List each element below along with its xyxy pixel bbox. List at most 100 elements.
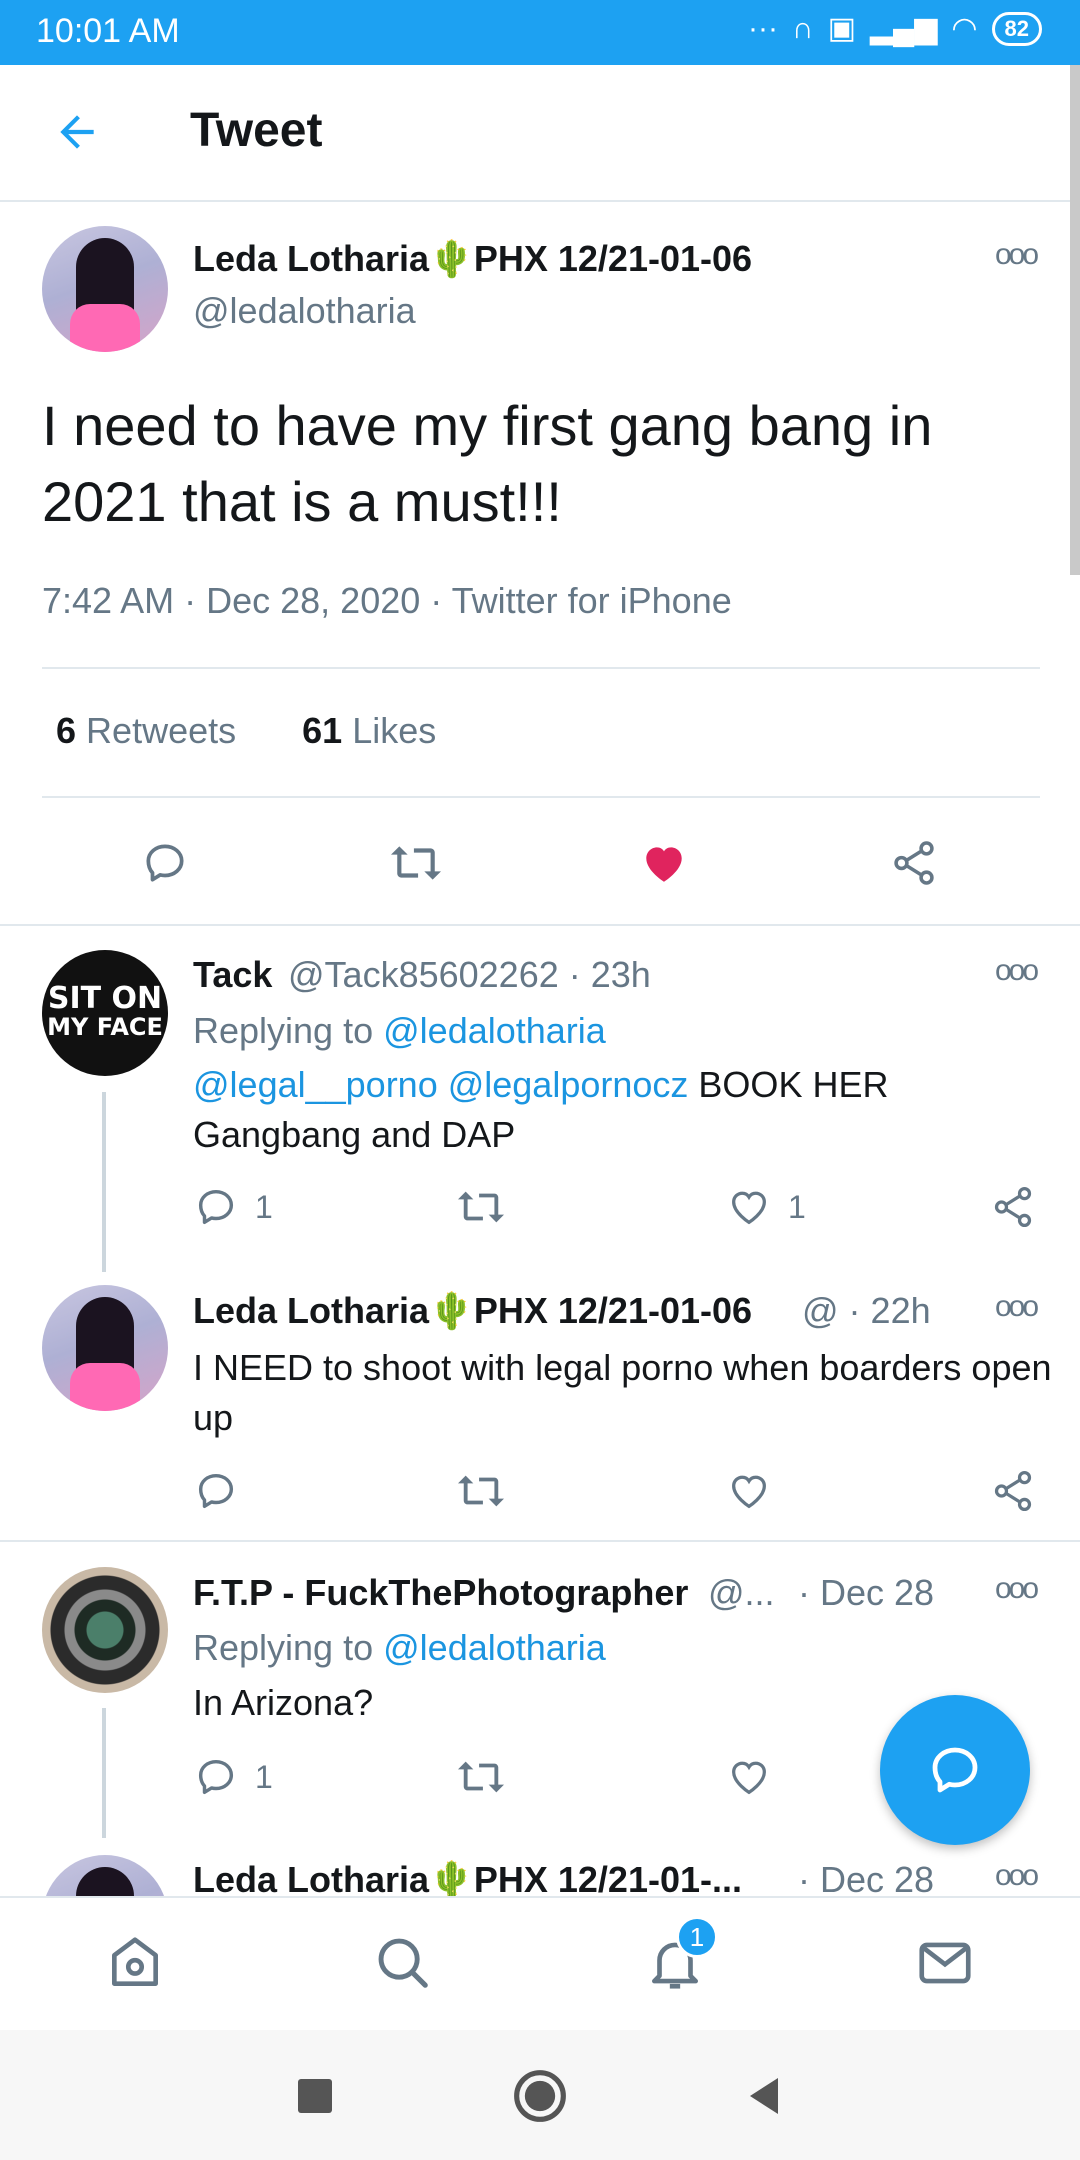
retweet-icon xyxy=(458,1475,504,1507)
scrollbar[interactable] xyxy=(1070,65,1080,575)
replying-to: Replying to @ledalotharia xyxy=(193,1627,606,1668)
tweet-header: Tweet xyxy=(0,65,1080,202)
share-button[interactable] xyxy=(888,838,940,888)
avatar-text: MY FACE xyxy=(47,1013,163,1041)
battery-indicator: 82 xyxy=(991,12,1042,46)
reply-button[interactable] xyxy=(193,1468,239,1514)
divider xyxy=(42,796,1040,798)
search-icon[interactable] xyxy=(372,1932,434,1994)
meta-separator: · xyxy=(430,580,452,621)
reply-author-name[interactable]: Tack xyxy=(193,954,272,996)
mention-links[interactable]: @legal__porno @legalpornocz xyxy=(193,1064,688,1105)
system-nav xyxy=(0,2030,1080,2160)
tweet-date: Dec 28, 2020 xyxy=(206,580,421,621)
mention-link[interactable]: @ledalotharia xyxy=(383,1010,606,1051)
heart-filled-icon xyxy=(646,847,682,882)
avatar[interactable] xyxy=(42,1285,168,1411)
status-time: 10:01 AM xyxy=(36,12,180,50)
page-title: Tweet xyxy=(190,104,323,157)
back-arrow-icon[interactable] xyxy=(52,107,102,157)
retweet-button[interactable] xyxy=(455,1468,507,1514)
tweet-meta: 7:42 AM · Dec 28, 2020 · Twitter for iPh… xyxy=(42,580,732,622)
retweet-button[interactable] xyxy=(388,838,444,888)
likes-stat[interactable]: 61 Likes xyxy=(302,710,436,751)
reply-text: I NEED to shoot with legal porno when bo… xyxy=(193,1347,1052,1438)
status-icons: ··· ∩ ▣ ▂▄▆ ◠ 82 xyxy=(748,12,1042,46)
reply-button[interactable]: 1 xyxy=(193,1754,273,1800)
notification-badge: 1 xyxy=(676,1916,718,1958)
more-dots-icon: ··· xyxy=(748,12,778,45)
tweet-time: 7:42 AM xyxy=(42,580,175,621)
back-button[interactable] xyxy=(742,2074,782,2118)
reply-button[interactable]: 1 xyxy=(193,1184,273,1230)
reply-button[interactable] xyxy=(140,838,190,888)
more-options-icon[interactable] xyxy=(995,1859,1036,1893)
reply-text: In Arizona? xyxy=(193,1682,374,1723)
wifi-icon: ◠ xyxy=(951,12,978,45)
retweet-button[interactable] xyxy=(455,1184,507,1230)
more-options-icon[interactable] xyxy=(995,1572,1036,1606)
tweet-stats: 6 Retweets 61 Likes xyxy=(56,710,436,752)
reply-icon xyxy=(198,1759,234,1795)
reply-time: · Dec 28 xyxy=(798,1572,935,1613)
like-button[interactable] xyxy=(638,838,690,888)
share-button[interactable] xyxy=(990,1468,1036,1514)
avatar[interactable] xyxy=(42,1567,168,1693)
reply-count: 1 xyxy=(255,1758,273,1795)
like-count: 1 xyxy=(788,1188,806,1225)
bottom-nav: 1 xyxy=(0,1896,1080,2030)
signal-icon: ▂▄▆ xyxy=(869,12,938,45)
replying-to: Replying to @ledalotharia xyxy=(193,1010,606,1051)
messages-icon[interactable] xyxy=(914,1932,976,1994)
avatar-text: SIT ON xyxy=(47,981,163,1016)
reply-count: 1 xyxy=(255,1188,273,1225)
like-button[interactable] xyxy=(726,1754,772,1800)
reply-author-handle[interactable]: @... xyxy=(708,1572,775,1614)
tweet-text: I need to have my first gang bang in 202… xyxy=(42,394,933,533)
share-icon xyxy=(894,841,934,885)
divider xyxy=(42,667,1040,669)
author-handle[interactable]: @ledalotharia xyxy=(193,290,416,332)
share-button[interactable] xyxy=(990,1184,1036,1230)
reply-bubble-icon xyxy=(932,1747,978,1793)
author-name[interactable]: Leda Lotharia🌵PHX 12/21-01-06 xyxy=(193,238,752,280)
headphones-icon: ∩ xyxy=(792,12,814,45)
recents-button[interactable] xyxy=(298,2079,332,2113)
thread-line xyxy=(102,1092,106,1272)
home-icon[interactable] xyxy=(104,1932,166,1994)
divider xyxy=(0,1540,1080,1542)
divider xyxy=(0,924,1080,926)
mention-link[interactable]: @ledalotharia xyxy=(383,1627,606,1668)
retweet-icon xyxy=(458,1191,504,1223)
heart-icon xyxy=(732,1761,766,1795)
meta-separator: · xyxy=(184,580,207,621)
like-button[interactable] xyxy=(726,1468,772,1514)
like-button[interactable]: 1 xyxy=(726,1184,806,1230)
screen-icon: ▣ xyxy=(827,12,856,45)
reply-author-name[interactable]: Leda Lotharia🌵PHX 12/21-01-... xyxy=(193,1859,742,1901)
reply-icon xyxy=(198,1189,234,1225)
reply-author-handle[interactable]: @Tack85602262 · 23h xyxy=(288,954,651,996)
avatar[interactable]: SIT ON MY FACE xyxy=(42,950,168,1076)
reply-author-handle[interactable]: @ · 22h xyxy=(802,1290,931,1332)
more-options-icon[interactable] xyxy=(995,1290,1036,1324)
reply-author-name[interactable]: Leda Lotharia🌵PHX 12/21-01-06 xyxy=(193,1290,752,1332)
tweet-source[interactable]: Twitter for iPhone xyxy=(452,580,732,621)
reply-text: @legal__porno @legalpornocz BOOK HER Gan… xyxy=(193,1064,889,1155)
reply-author-name[interactable]: F.T.P - FuckThePhotographer xyxy=(193,1572,688,1614)
compose-reply-button[interactable] xyxy=(880,1695,1030,1845)
heart-icon xyxy=(732,1475,766,1509)
retweet-icon xyxy=(391,846,441,880)
share-icon xyxy=(994,1470,1032,1512)
more-options-icon[interactable] xyxy=(995,954,1036,988)
home-button[interactable] xyxy=(512,2068,568,2124)
retweets-stat[interactable]: 6 Retweets xyxy=(56,710,236,751)
status-bar: 10:01 AM ··· ∩ ▣ ▂▄▆ ◠ 82 xyxy=(0,0,1080,65)
retweet-button[interactable] xyxy=(455,1754,507,1800)
reply-time: · Dec 28 xyxy=(798,1859,935,1900)
retweet-icon xyxy=(458,1761,504,1793)
heart-icon xyxy=(732,1191,766,1225)
more-options-icon[interactable] xyxy=(995,238,1036,272)
avatar[interactable] xyxy=(42,226,168,352)
share-icon xyxy=(994,1186,1032,1228)
